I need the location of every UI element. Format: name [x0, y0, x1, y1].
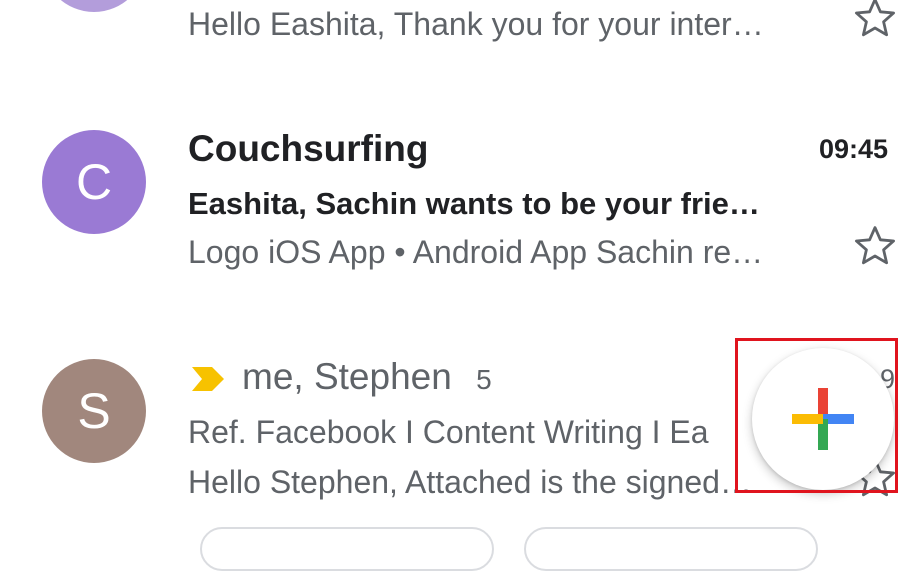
star-outline-icon[interactable] — [851, 0, 899, 42]
avatar: C — [42, 130, 146, 234]
attachment-chip[interactable] — [200, 527, 494, 571]
avatar-letter: S — [77, 383, 111, 439]
email-subject: Eashita, Sachin wants to be your frie… — [188, 186, 760, 221]
email-snippet: Hello Eashita, Thank you for your inter… — [188, 6, 764, 42]
email-sender: Couchsurfing — [188, 128, 429, 169]
avatar: S — [42, 359, 146, 463]
email-snippet: Logo iOS App • Android App Sachin re… — [188, 234, 764, 270]
attachment-chip[interactable] — [524, 527, 818, 571]
thread-count: 5 — [476, 364, 492, 395]
sender-names: me, Stephen — [242, 356, 452, 397]
email-time: 09:45 — [819, 134, 889, 164]
avatar-letter: C — [75, 154, 113, 210]
email-row[interactable]: Hello Eashita, Thank you for your inter… — [0, 0, 900, 90]
email-subject: Ref. Facebook I Content Writing I Ea — [188, 414, 709, 450]
email-row[interactable]: C Couchsurfing 09:45 Eashita, Sachin wan… — [0, 110, 900, 310]
email-sender: me, Stephen 5 — [242, 356, 722, 398]
email-snippet: Hello Stephen, Attached is the signed… — [188, 464, 752, 500]
important-marker-icon[interactable] — [190, 366, 226, 392]
star-outline-icon[interactable] — [851, 222, 899, 270]
avatar — [42, 0, 146, 12]
highlight-box — [735, 338, 898, 493]
